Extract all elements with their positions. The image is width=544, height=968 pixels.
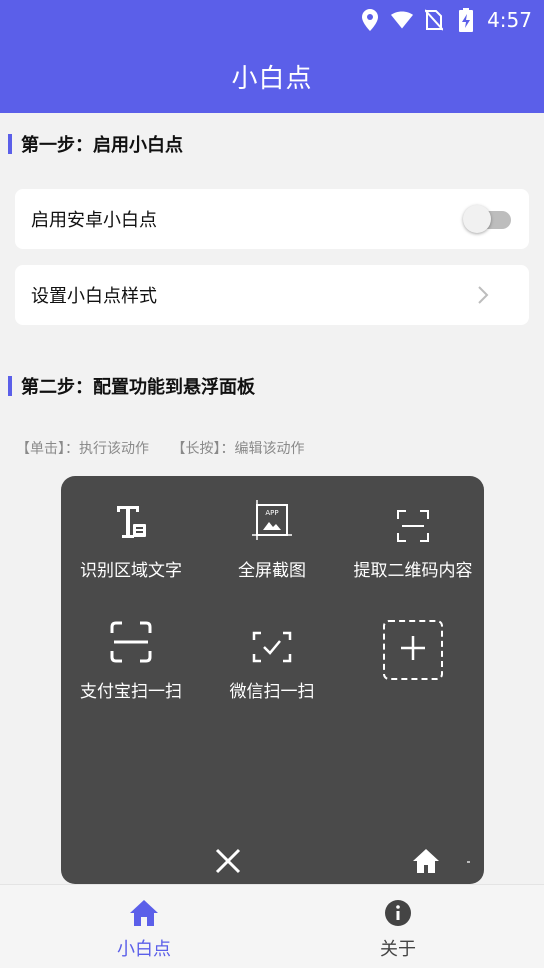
section-accent-bar (8, 376, 12, 396)
app-bar: 4:57 小白点 (0, 0, 544, 113)
location-icon (359, 9, 381, 31)
section-title-step2: 第二步：配置功能到悬浮面板 (8, 376, 255, 398)
nav-item-home[interactable]: 小白点 (84, 897, 204, 961)
panel-item-wechat-scan[interactable]: 微信扫一扫 (202, 607, 342, 707)
nav-label: 小白点 (117, 939, 171, 960)
hint-long-press: 【长按】：编辑该动作 (171, 441, 305, 457)
panel-item-label: 提取二维码内容 (353, 561, 473, 581)
home-icon (128, 897, 160, 929)
panel-item-label: 支付宝扫一扫 (80, 682, 182, 702)
panel-item-alipay-scan[interactable]: 支付宝扫一扫 (61, 607, 201, 707)
panel-indicator-dot (467, 861, 470, 863)
dot-style-row[interactable]: 设置小白点样式 (15, 265, 529, 325)
floating-panel: 识别区域文字 APP 全屏截图 提取二维码内容 支付宝扫一扫 微信扫一扫 (61, 476, 484, 884)
info-icon (382, 897, 414, 929)
panel-item-screenshot[interactable]: APP 全屏截图 (202, 486, 342, 586)
add-icon (400, 635, 426, 665)
nav-label: 关于 (380, 939, 416, 960)
page-title: 小白点 (231, 64, 313, 94)
panel-item-qr[interactable]: 提取二维码内容 (343, 486, 483, 586)
section-title-text: 第一步：启用小白点 (21, 135, 183, 156)
battery-charging-icon (455, 8, 477, 32)
action-hint: 【单击】：执行该动作 【长按】：编辑该动作 (16, 438, 322, 458)
enable-dot-toggle[interactable] (463, 204, 513, 234)
nav-item-about[interactable]: 关于 (338, 897, 458, 961)
chevron-right-icon (473, 285, 493, 305)
bottom-navigation: 小白点 关于 (0, 884, 544, 968)
panel-item-label: 微信扫一扫 (229, 682, 315, 702)
dot-style-label: 设置小白点样式 (31, 286, 157, 307)
wifi-icon (391, 9, 414, 31)
status-bar: 4:57 (359, 6, 532, 34)
svg-text:APP: APP (265, 509, 278, 517)
text-recognition-icon (111, 486, 151, 542)
section-accent-bar (8, 134, 12, 154)
add-action-button[interactable] (383, 620, 443, 680)
section-title-text: 第二步：配置功能到悬浮面板 (21, 377, 255, 398)
section-title-step1: 第一步：启用小白点 (8, 134, 183, 156)
close-icon[interactable] (215, 848, 241, 874)
home-icon[interactable] (412, 847, 440, 875)
panel-item-text-recognition[interactable]: 识别区域文字 (61, 486, 201, 586)
panel-item-label: 全屏截图 (238, 561, 306, 581)
qr-scan-icon (397, 486, 429, 542)
app-screenshot-icon: APP (252, 486, 292, 542)
alipay-scan-icon (110, 607, 152, 663)
panel-item-label: 识别区域文字 (80, 561, 182, 581)
enable-dot-row[interactable]: 启用安卓小白点 (15, 189, 529, 249)
toggle-thumb (463, 205, 491, 233)
wechat-scan-icon (252, 607, 292, 663)
status-time: 4:57 (487, 8, 532, 32)
hint-tap: 【单击】：执行该动作 (16, 441, 149, 457)
no-sim-icon (423, 9, 445, 31)
enable-dot-label: 启用安卓小白点 (31, 210, 157, 231)
